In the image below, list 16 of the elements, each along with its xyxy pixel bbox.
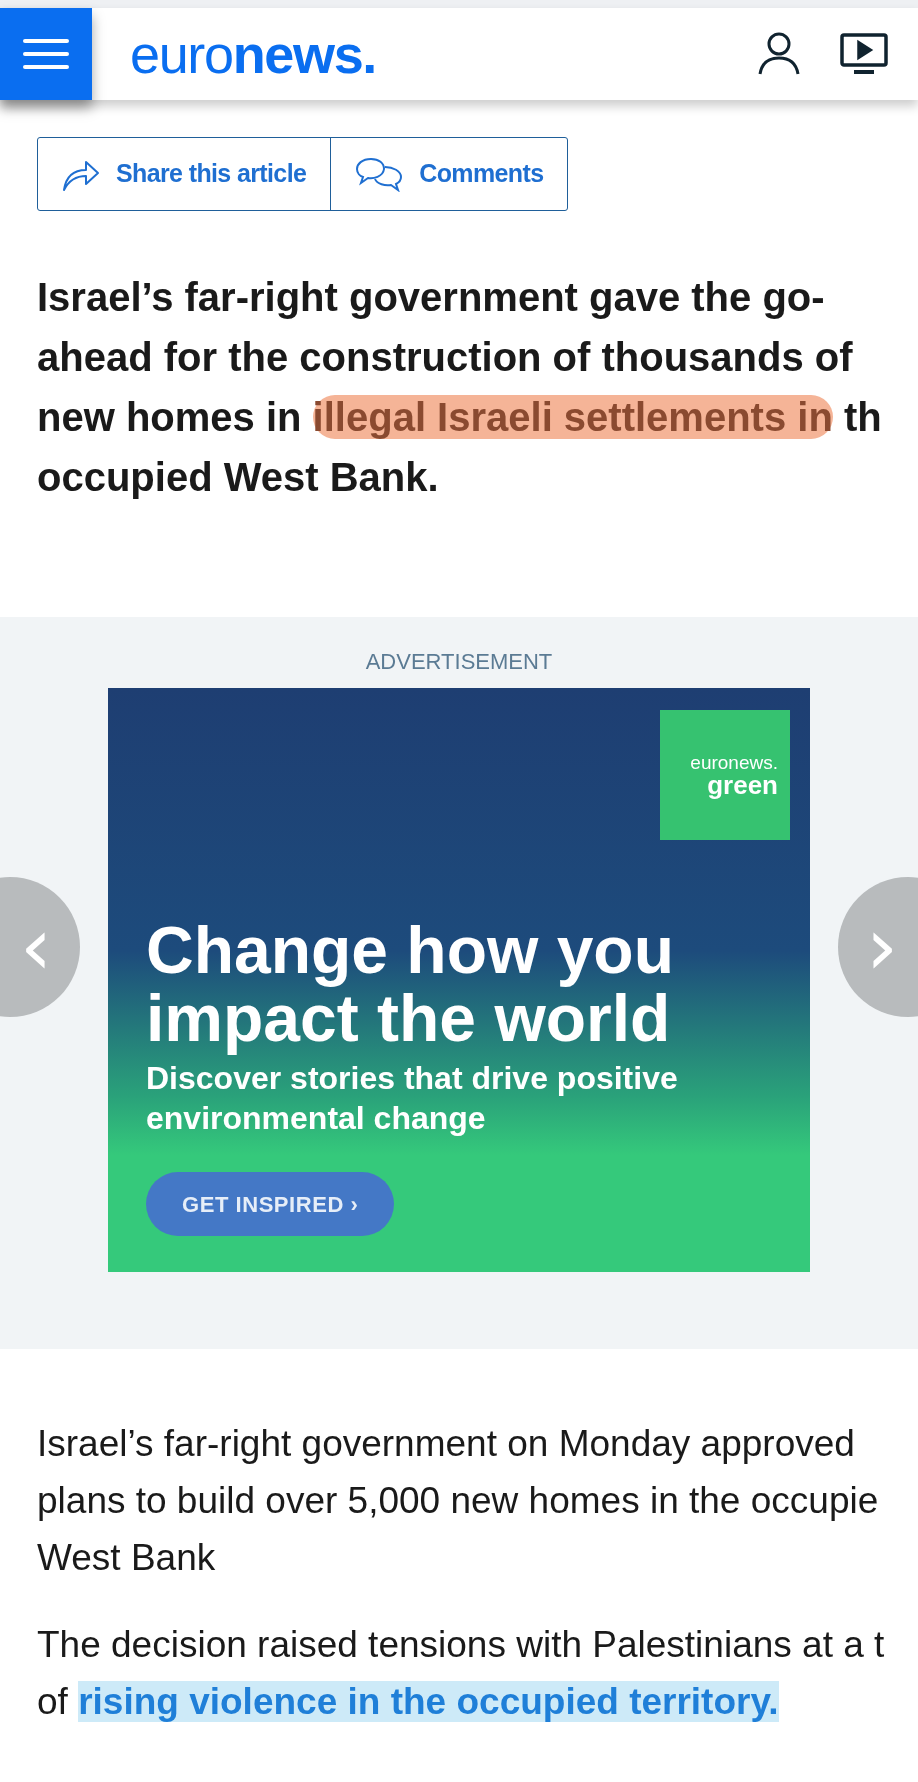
menu-icon bbox=[23, 39, 69, 69]
article-paragraph: Israel’s far-right government on Monday approved plans to build over 5,000 new homes in the occupie West Bank bbox=[37, 1422, 880, 1580]
site-logo[interactable]: euronews. bbox=[130, 13, 376, 95]
comments-button[interactable]: Comments bbox=[330, 138, 568, 210]
brand-logo: euronews. green bbox=[660, 710, 790, 840]
advertisement-label: ADVERTISEMENT bbox=[365, 648, 553, 676]
share-button[interactable]: Share this article bbox=[38, 138, 331, 210]
speech-bubbles-icon bbox=[355, 156, 404, 192]
get-inspired-button[interactable]: GET INSPIRED › bbox=[146, 1172, 395, 1236]
user-icon[interactable] bbox=[758, 32, 800, 76]
ad-subtitle: Discover stories that drive positive environmental change bbox=[146, 1059, 679, 1138]
video-player-icon[interactable] bbox=[840, 32, 888, 76]
menu-button[interactable] bbox=[0, 8, 92, 100]
ad-banner[interactable]: euronews. green Change how you impact the world Discover stories that drive positive environmental change GET INSPIRED › bbox=[108, 688, 810, 1272]
article-link[interactable]: rising violence in the occupied territory. bbox=[78, 1681, 779, 1722]
article-headline: Israel’s far-right government gave the go- ahead for the construction of thousands of new homes in illegal Israeli settlements in th occupied West Bank. bbox=[37, 274, 881, 501]
